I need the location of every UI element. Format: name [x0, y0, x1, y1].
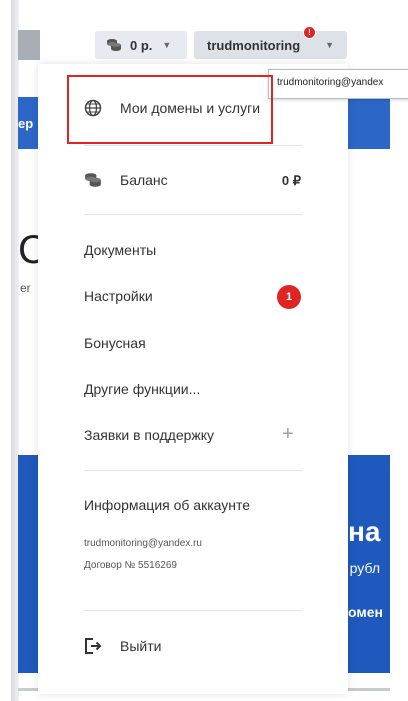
menu-item-documents-label: Документы: [84, 242, 157, 258]
menu-item-domains[interactable]: Мои домены и услуги: [84, 99, 260, 117]
menu-item-balance-label: Баланс: [120, 172, 168, 188]
coins-icon: [85, 173, 101, 187]
menu-item-settings[interactable]: Настройки: [84, 288, 153, 304]
menu-balance-value: 0 ₽: [281, 173, 301, 188]
chevron-down-icon: ▼: [162, 40, 172, 50]
menu-item-settings-label: Настройки: [84, 288, 153, 304]
menu-item-documents[interactable]: Документы: [84, 242, 156, 258]
menu-item-support-label: Заявки в поддержку: [84, 427, 215, 443]
page-banner-text: ер: [18, 116, 34, 131]
menu-item-logout[interactable]: Выйти: [84, 637, 161, 655]
menu-item-other-label: Другие функции...: [84, 381, 201, 397]
menu-item-other[interactable]: Другие функции...: [84, 381, 200, 397]
account-contract-text: Договор № 5516269: [84, 560, 177, 571]
account-info-label: Информация об аккаунте: [84, 497, 251, 513]
logout-icon: [85, 638, 102, 654]
menu-item-balance[interactable]: Баланс: [84, 171, 168, 189]
menu-item-domains-label: Мои домены и услуги: [120, 100, 261, 116]
account-alert-badge: !: [303, 26, 316, 39]
page-left-tab: [18, 30, 40, 60]
menu-item-logout-label: Выйти: [120, 638, 162, 654]
menu-item-bonus-label: Бонусная: [84, 335, 146, 351]
account-info-heading: Информация об аккаунте: [84, 497, 250, 513]
account-email: trudmonitoring@yandex.ru: [84, 538, 202, 549]
balance-dropdown-button[interactable]: 0 р. ▼: [95, 31, 187, 59]
promo-domain-fragment[interactable]: омен: [348, 604, 383, 620]
plus-icon[interactable]: +: [282, 424, 294, 444]
menu-divider: [84, 214, 302, 215]
menu-divider: [84, 610, 302, 611]
menu-item-bonus[interactable]: Бонусная: [84, 335, 146, 351]
balance-value: 0 р.: [130, 37, 153, 53]
account-dropdown-menu: [38, 64, 348, 694]
settings-notification-badge: 1: [277, 285, 301, 309]
account-dropdown-button[interactable]: trudmonitoring ▼: [194, 31, 347, 59]
chevron-down-icon: ▼: [325, 40, 334, 50]
globe-icon: [84, 99, 102, 117]
menu-divider: [84, 145, 302, 146]
account-contract: Договор № 5516269: [84, 560, 177, 571]
coins-icon: [107, 39, 121, 51]
page-text-fragment: er: [20, 281, 31, 295]
promo-title-fragment: на: [348, 516, 381, 547]
account-name: trudmonitoring: [207, 37, 301, 53]
account-email-text: trudmonitoring@yandex.ru: [84, 538, 202, 549]
menu-divider: [84, 470, 302, 471]
account-email-tooltip: trudmonitoring@yandex: [268, 69, 408, 99]
menu-item-support[interactable]: Заявки в поддержку: [84, 427, 214, 443]
